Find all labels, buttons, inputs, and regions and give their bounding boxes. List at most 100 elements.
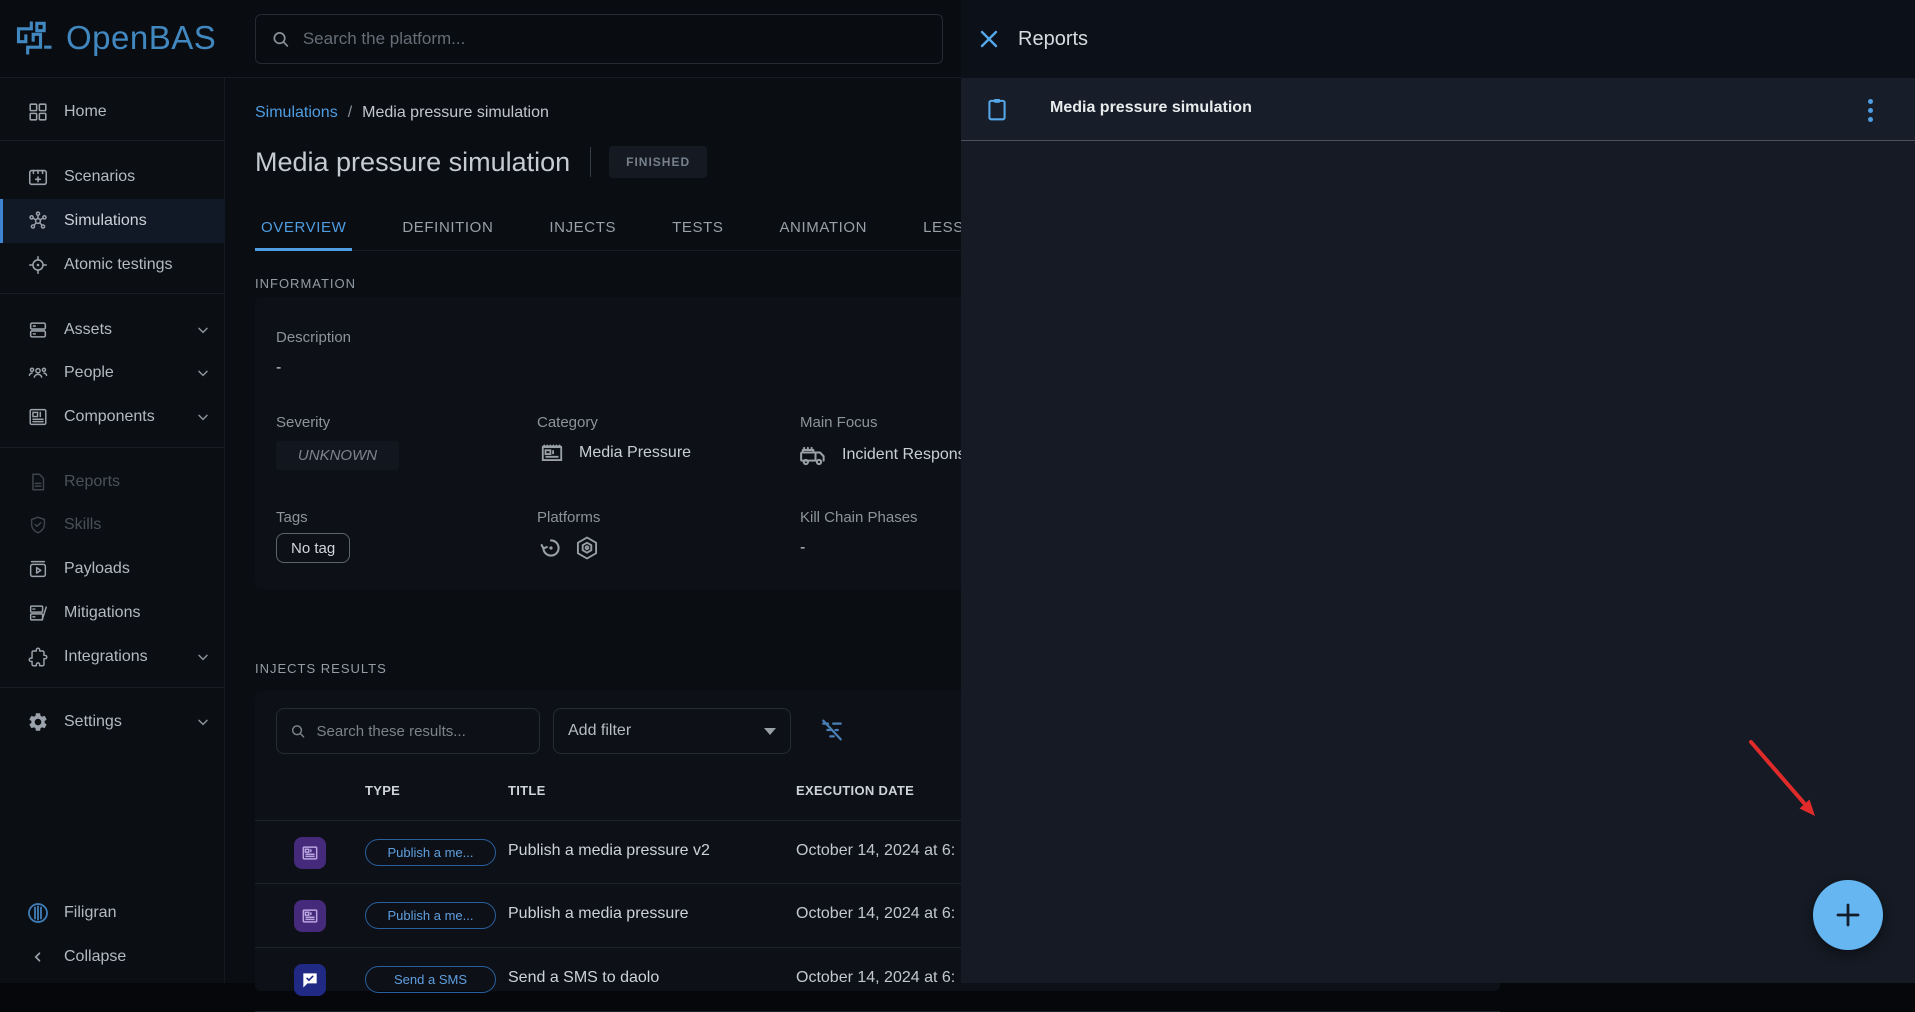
tab-definition[interactable]: DEFINITION [396, 205, 499, 250]
sidebar: Home Scenarios Simulations Atomic testin… [0, 78, 225, 983]
platform-search-input[interactable] [301, 28, 928, 50]
sidebar-item-label: Components [64, 408, 155, 426]
sidebar-item-assets[interactable]: Assets [0, 308, 225, 352]
results-search-field[interactable] [276, 708, 540, 754]
close-icon[interactable] [977, 27, 1001, 51]
sidebar-item-skills[interactable]: Skills [0, 503, 225, 547]
search-icon [289, 721, 307, 741]
main-focus-value: Incident Response [798, 440, 975, 470]
sidebar-item-settings[interactable]: Settings [0, 700, 225, 744]
sidebar-item-integrations[interactable]: Integrations [0, 635, 225, 679]
platform-search[interactable] [255, 14, 943, 64]
sidebar-item-atomic-testings[interactable]: Atomic testings [0, 243, 225, 287]
add-filter-label: Add filter [568, 722, 631, 740]
sidebar-item-label: Mitigations [64, 604, 140, 622]
column-header-title: TITLE [508, 783, 546, 798]
simulations-icon [26, 209, 50, 233]
platforms-value [537, 534, 601, 562]
platform-swirl-icon [537, 534, 565, 562]
search-icon [270, 28, 291, 50]
injects-results-section-label: INJECTS RESULTS [255, 661, 387, 676]
inject-type-chip[interactable]: Publish a me... [365, 839, 496, 866]
tab-overview[interactable]: OVERVIEW [255, 205, 352, 250]
description-value: - [276, 359, 281, 377]
openbas-logo-icon [12, 16, 58, 60]
add-filter-select[interactable]: Add filter [553, 708, 791, 754]
sms-inject-icon [294, 964, 326, 996]
tab-injects[interactable]: INJECTS [543, 205, 622, 250]
chevron-down-icon [195, 649, 211, 665]
top-bar: OpenBAS [0, 0, 961, 78]
sidebar-item-scenarios[interactable]: Scenarios [0, 155, 225, 199]
no-tag-chip: No tag [276, 533, 350, 563]
breadcrumb-simulations-link[interactable]: Simulations [255, 104, 338, 121]
scenarios-icon [26, 165, 50, 189]
tags-label: Tags [276, 509, 308, 526]
sidebar-item-home[interactable]: Home [0, 90, 225, 134]
chevron-down-icon [764, 728, 776, 735]
sidebar-divider [0, 447, 224, 448]
sidebar-item-label: Scenarios [64, 168, 135, 186]
report-item-title: Media pressure simulation [1050, 99, 1252, 117]
description-label: Description [276, 329, 351, 346]
inject-type-chip[interactable]: Publish a me... [365, 902, 496, 929]
sidebar-item-reports[interactable]: Reports [0, 460, 225, 504]
status-badge: FINISHED [609, 146, 707, 178]
tab-animation[interactable]: ANIMATION [773, 205, 873, 250]
sidebar-item-filigran[interactable]: Filigran [0, 891, 225, 935]
inject-title: Publish a media pressure v2 [508, 842, 710, 860]
settings-gear-icon [26, 710, 50, 734]
sidebar-item-label: Home [64, 103, 107, 121]
sidebar-item-label: Settings [64, 713, 122, 731]
filter-off-icon[interactable] [818, 716, 846, 744]
reports-drawer: Reports Media pressure simulation [961, 0, 1915, 983]
breadcrumb-separator: / [348, 104, 352, 121]
severity-value-chip: UNKNOWN [276, 441, 399, 470]
payloads-icon [26, 557, 50, 581]
sidebar-divider [0, 293, 224, 294]
integrations-icon [26, 645, 50, 669]
chevron-down-icon [195, 322, 211, 338]
annotation-arrow [1740, 732, 1830, 827]
sidebar-item-people[interactable]: People [0, 351, 225, 395]
sidebar-item-label: Simulations [64, 212, 147, 230]
inject-execution-date: October 14, 2024 at 6: [796, 842, 955, 860]
kill-chain-phases-value: - [800, 539, 805, 557]
page-title: Media pressure simulation [255, 147, 570, 178]
sidebar-item-simulations[interactable]: Simulations [0, 199, 225, 243]
components-icon [26, 405, 50, 429]
sidebar-item-payloads[interactable]: Payloads [0, 547, 225, 591]
chevron-down-icon [195, 409, 211, 425]
reports-icon [26, 470, 50, 494]
category-value: Media Pressure [539, 440, 691, 466]
title-divider [590, 147, 591, 177]
chevron-left-icon [26, 945, 50, 969]
sidebar-item-label: People [64, 364, 114, 382]
report-list-item[interactable]: Media pressure simulation [961, 78, 1915, 141]
inject-type-chip[interactable]: Send a SMS [365, 966, 496, 993]
chevron-down-icon [195, 714, 211, 730]
sidebar-item-components[interactable]: Components [0, 395, 225, 439]
column-header-type: TYPE [365, 783, 400, 798]
plus-icon [1833, 900, 1863, 930]
sidebar-collapse-button[interactable]: Collapse [0, 935, 225, 979]
kill-chain-phases-label: Kill Chain Phases [800, 509, 918, 526]
results-search-input[interactable] [315, 722, 527, 741]
clipboard-icon [984, 95, 1010, 123]
kebab-menu-icon[interactable] [1857, 97, 1883, 123]
drawer-title: Reports [1018, 28, 1088, 51]
sidebar-item-label: Skills [64, 516, 101, 534]
drawer-header: Reports [961, 0, 1915, 78]
app-logo[interactable]: OpenBAS [12, 16, 216, 60]
home-icon [26, 100, 50, 124]
sidebar-item-mitigations[interactable]: Mitigations [0, 591, 225, 635]
mitigations-icon [26, 601, 50, 625]
add-report-fab[interactable] [1813, 880, 1883, 950]
sidebar-item-label: Payloads [64, 560, 130, 578]
page-title-row: Media pressure simulation FINISHED [255, 146, 707, 178]
filigran-logo [26, 901, 50, 925]
tab-tests[interactable]: TESTS [666, 205, 729, 250]
sidebar-item-label: Atomic testings [64, 256, 172, 274]
inject-title: Publish a media pressure [508, 905, 689, 923]
sidebar-item-label: Filigran [64, 904, 116, 922]
